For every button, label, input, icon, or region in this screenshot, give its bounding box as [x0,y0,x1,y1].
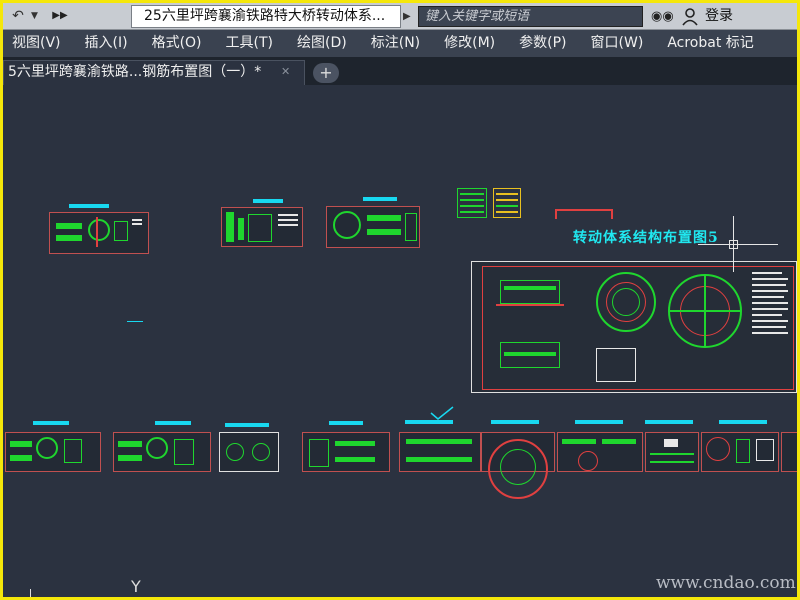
crosshair-cursor-icon [698,244,778,245]
watermark: www.cndao.com [656,573,796,593]
menu-tools[interactable]: 工具(T) [226,30,273,57]
binoculars-icon[interactable]: ◉◉ [651,7,674,26]
menu-window[interactable]: 窗口(W) [591,30,644,57]
document-title: 25六里坪跨襄渝铁路特大桥转动体系... [131,5,401,28]
sheet-title-bar [645,420,693,424]
sheet-title-bar [491,420,539,424]
selection-marker-icon [430,406,454,420]
drawing-sheet[interactable] [645,432,699,472]
autocad-window: ↶ ▼ ▶▶ 25六里坪跨襄渝铁路特大桥转动体系... ▶ 键入关键字或短语 ◉… [3,3,797,597]
menu-insert[interactable]: 插入(I) [85,30,128,57]
user-icon[interactable] [681,7,699,26]
sheet-title-bar [69,204,109,208]
drawing-sheet[interactable] [701,432,779,472]
red-line [555,209,557,219]
login-link[interactable]: 登录 [705,7,733,26]
green-table[interactable] [457,188,487,218]
drawing-sheet[interactable] [49,212,149,254]
back-arrow-icon[interactable]: ↶ [7,6,29,26]
search-input[interactable]: 键入关键字或短语 [418,6,643,27]
sheet-title-bar [575,420,623,424]
drawing-sheet[interactable] [326,206,420,248]
menu-acrobat[interactable]: Acrobat 标记 [667,30,753,57]
drawing-sheet[interactable] [113,432,211,472]
model-space-canvas[interactable]: 转动体系结构布置图5 Y www.cndao.com [3,85,797,597]
drawing-sheet[interactable] [481,432,555,499]
red-line [611,209,613,219]
drawing-sheet[interactable] [221,207,303,247]
drawing-sheet[interactable] [399,432,481,472]
sheet-title-bar [225,423,269,427]
drawing-sheet[interactable] [302,432,390,472]
sheet-title-bar [33,421,69,425]
new-tab-button[interactable]: + [313,63,339,83]
red-line [555,209,613,211]
drawing-sheet[interactable] [781,432,797,472]
drawing-sheet[interactable] [557,432,643,472]
menu-bar: 视图(V) 插入(I) 格式(O) 工具(T) 绘图(D) 标注(N) 修改(M… [3,30,797,57]
search-expand-icon[interactable]: ▶ [403,7,415,26]
dropdown-icon[interactable]: ▼ [31,6,45,26]
menu-draw[interactable]: 绘图(D) [297,30,347,57]
drawing-sheet[interactable] [5,432,101,472]
sheet-title-bar [155,421,191,425]
menu-dimension[interactable]: 标注(N) [371,30,420,57]
cyan-line [127,321,143,322]
drawing-sheet[interactable] [219,432,279,472]
crosshair-cursor-icon [729,240,738,249]
file-tab-bar: 5六里坪跨襄渝铁路...钢筋布置图（一）* ✕ + [3,57,797,85]
sheet-title-bar [719,420,767,424]
ucs-axis-line [30,589,31,597]
main-drawing-sheet[interactable] [471,261,797,393]
sheet-title-bar [363,197,397,201]
sheet-title-bar [253,199,283,203]
yellow-table[interactable] [493,188,521,218]
sheet-title-bar [329,421,363,425]
close-icon[interactable]: ✕ [281,64,295,80]
ucs-icon: Y [131,577,141,596]
menu-view[interactable]: 视图(V) [12,30,61,57]
menu-modify[interactable]: 修改(M) [444,30,495,57]
more-icon[interactable]: ▶▶ [49,6,71,26]
menu-parametric[interactable]: 参数(P) [519,30,566,57]
menu-format[interactable]: 格式(O) [152,30,202,57]
tab-drawing[interactable]: 5六里坪跨襄渝铁路...钢筋布置图（一）* [3,60,305,85]
title-bar: ↶ ▼ ▶▶ 25六里坪跨襄渝铁路特大桥转动体系... ▶ 键入关键字或短语 ◉… [3,3,797,30]
drawing-title: 转动体系结构布置图5 [573,230,719,246]
